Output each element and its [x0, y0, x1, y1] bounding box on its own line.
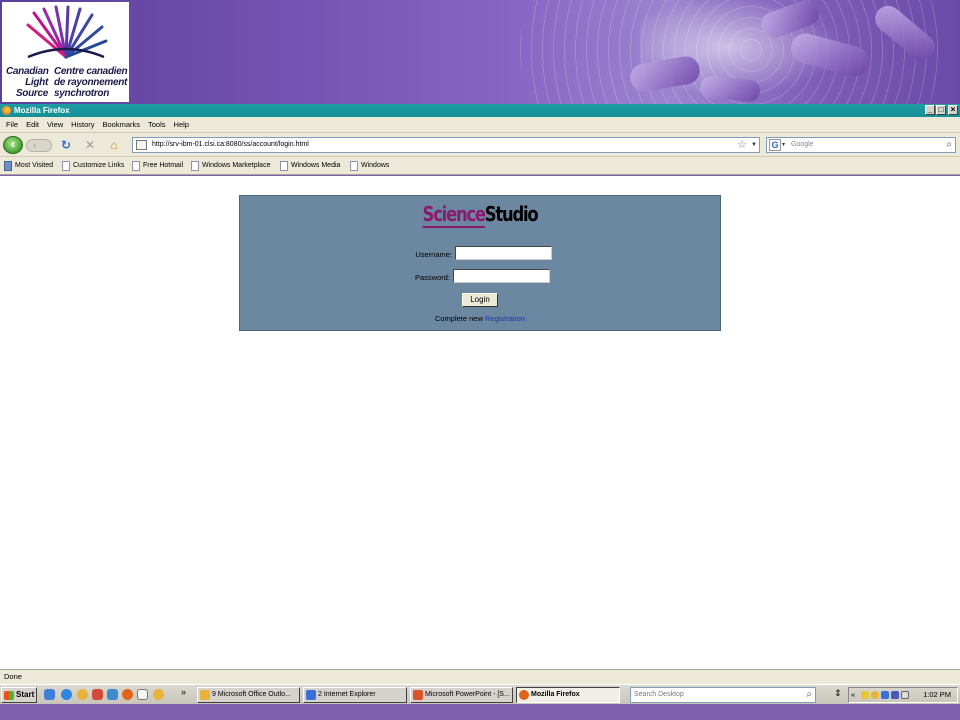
system-tray: « 1:02 PM: [848, 687, 958, 703]
window-title-bar[interactable]: Mozilla Firefox _ □ ×: [0, 104, 960, 117]
search-input[interactable]: G ▾ Google ⌕: [766, 137, 956, 153]
folder-icon: [4, 161, 12, 171]
logo-text-french: Centre canadien de rayonnement synchrotr…: [54, 66, 128, 99]
bookmark-free-hotmail[interactable]: Free Hotmail: [130, 157, 183, 175]
window-title: Mozilla Firefox: [14, 106, 70, 115]
registration-prompt: Complete new Registration: [434, 314, 526, 323]
page-icon: [62, 161, 70, 171]
login-panel: ScienceStudio Username: Password: Login …: [239, 195, 721, 331]
network-tray-icon[interactable]: [881, 691, 889, 699]
page-icon: [136, 140, 147, 150]
forward-button[interactable]: ›: [26, 139, 52, 152]
search-icon[interactable]: ⌕: [806, 688, 812, 702]
forward-arrow-icon: ›: [33, 140, 36, 150]
bookmark-customize-links[interactable]: Customize Links: [60, 157, 124, 175]
url-dropdown-icon[interactable]: ▼: [751, 138, 757, 152]
password-field[interactable]: [453, 269, 550, 283]
close-button[interactable]: ×: [948, 105, 958, 115]
page-content: ScienceStudio Username: Password: Login …: [0, 176, 960, 669]
reload-icon: ↻: [60, 138, 72, 152]
tray-expand-icon[interactable]: «: [851, 688, 855, 702]
bookmark-windows-marketplace[interactable]: Windows Marketplace: [189, 157, 270, 175]
username-field[interactable]: [455, 246, 552, 260]
firefox-icon: [2, 106, 11, 115]
task-outlook[interactable]: 9 Microsoft Office Outlo...: [197, 687, 300, 703]
page-icon: [132, 161, 140, 171]
status-text: Done: [4, 672, 22, 681]
login-button[interactable]: Login: [462, 293, 498, 307]
windows-taskbar: Start » 9 Microsoft Office Outlo... 2 In…: [0, 684, 960, 704]
clsi-starburst-icon: [26, 5, 108, 59]
messenger-icon[interactable]: [107, 689, 118, 700]
internet-explorer-icon[interactable]: [61, 689, 72, 700]
bookmark-star-icon[interactable]: ☆: [737, 138, 747, 152]
powerpoint-icon: [413, 690, 423, 700]
registration-link[interactable]: Registration: [485, 314, 525, 323]
desktop-background: [0, 704, 960, 720]
system-clock[interactable]: 1:02 PM: [923, 688, 951, 702]
stop-button[interactable]: ✕: [83, 138, 97, 152]
menu-tools[interactable]: Tools: [145, 117, 169, 133]
outlook-icon[interactable]: [153, 689, 164, 700]
minimize-button[interactable]: _: [925, 105, 935, 115]
engine-dropdown-icon[interactable]: ▾: [782, 138, 785, 152]
mail-tray-icon[interactable]: [861, 691, 869, 699]
menu-view[interactable]: View: [44, 117, 66, 133]
back-button[interactable]: ‹: [3, 136, 23, 154]
clsi-logo: Canadian Light Source Centre canadien de…: [2, 2, 129, 102]
address-bar[interactable]: http://srv-ibm-01.clsi.ca:8080/ss/accoun…: [132, 137, 760, 153]
firefox-icon: [519, 690, 529, 700]
pdf-icon[interactable]: [92, 689, 103, 700]
task-powerpoint[interactable]: Microsoft PowerPoint - [S...: [410, 687, 513, 703]
maximize-button[interactable]: □: [936, 105, 946, 115]
stop-icon: ✕: [84, 138, 96, 152]
menu-bookmarks[interactable]: Bookmarks: [100, 117, 144, 133]
clsi-banner: Canadian Light Source Centre canadien de…: [0, 0, 960, 104]
outlook-icon: [200, 690, 210, 700]
search-icon[interactable]: ⌕: [946, 138, 952, 152]
bookmark-windows[interactable]: Windows: [348, 157, 389, 175]
show-desktop-icon[interactable]: [44, 689, 55, 700]
windows-flag-icon: [4, 691, 14, 700]
google-engine-icon[interactable]: G: [769, 139, 781, 151]
logo-text-english: Canadian Light Source: [6, 66, 49, 99]
home-button[interactable]: ⌂: [107, 138, 121, 152]
volume-icon[interactable]: ⇕: [834, 688, 842, 699]
bookmark-most-visited[interactable]: Most Visited: [2, 157, 53, 175]
home-icon: ⌂: [110, 138, 118, 152]
password-label: Password:: [414, 273, 450, 282]
display-tray-icon[interactable]: [901, 691, 909, 699]
start-button[interactable]: Start: [1, 687, 37, 703]
status-bar: Done: [0, 669, 960, 684]
science-studio-logo: ScienceStudio: [422, 202, 539, 228]
search-placeholder: Google: [791, 141, 814, 148]
reload-button[interactable]: ↻: [59, 138, 73, 152]
menu-file[interactable]: File: [3, 117, 21, 133]
quicklaunch-overflow-icon[interactable]: »: [181, 687, 186, 697]
navigation-toolbar: ‹ › ↻ ✕ ⌂ http://srv-ibm-01.clsi.ca:8080…: [0, 133, 960, 157]
page-icon: [350, 161, 358, 171]
bookmark-windows-media[interactable]: Windows Media: [278, 157, 340, 175]
back-arrow-icon: ‹: [11, 137, 15, 151]
internet-explorer-icon: [306, 690, 316, 700]
menu-history[interactable]: History: [68, 117, 97, 133]
task-internet-explorer[interactable]: 2 Internet Explorer: [303, 687, 407, 703]
task-firefox[interactable]: Mozilla Firefox: [516, 687, 620, 703]
firefox-quicklaunch-icon[interactable]: [122, 689, 133, 700]
window-icon[interactable]: [137, 689, 148, 700]
menu-help[interactable]: Help: [171, 117, 192, 133]
url-text: http://srv-ibm-01.clsi.ca:8080/ss/accoun…: [152, 141, 309, 148]
page-icon: [191, 161, 199, 171]
menu-bar: File Edit View History Bookmarks Tools Help: [0, 117, 960, 133]
page-icon: [280, 161, 288, 171]
outlook-tray-icon[interactable]: [871, 691, 879, 699]
username-label: Username:: [415, 250, 452, 259]
menu-edit[interactable]: Edit: [23, 117, 42, 133]
outlook-icon[interactable]: [77, 689, 88, 700]
bookmarks-toolbar: Most Visited Customize Links Free Hotmai…: [0, 157, 960, 175]
desktop-search-input[interactable]: Search Desktop ⌕: [630, 687, 816, 703]
security-tray-icon[interactable]: [891, 691, 899, 699]
